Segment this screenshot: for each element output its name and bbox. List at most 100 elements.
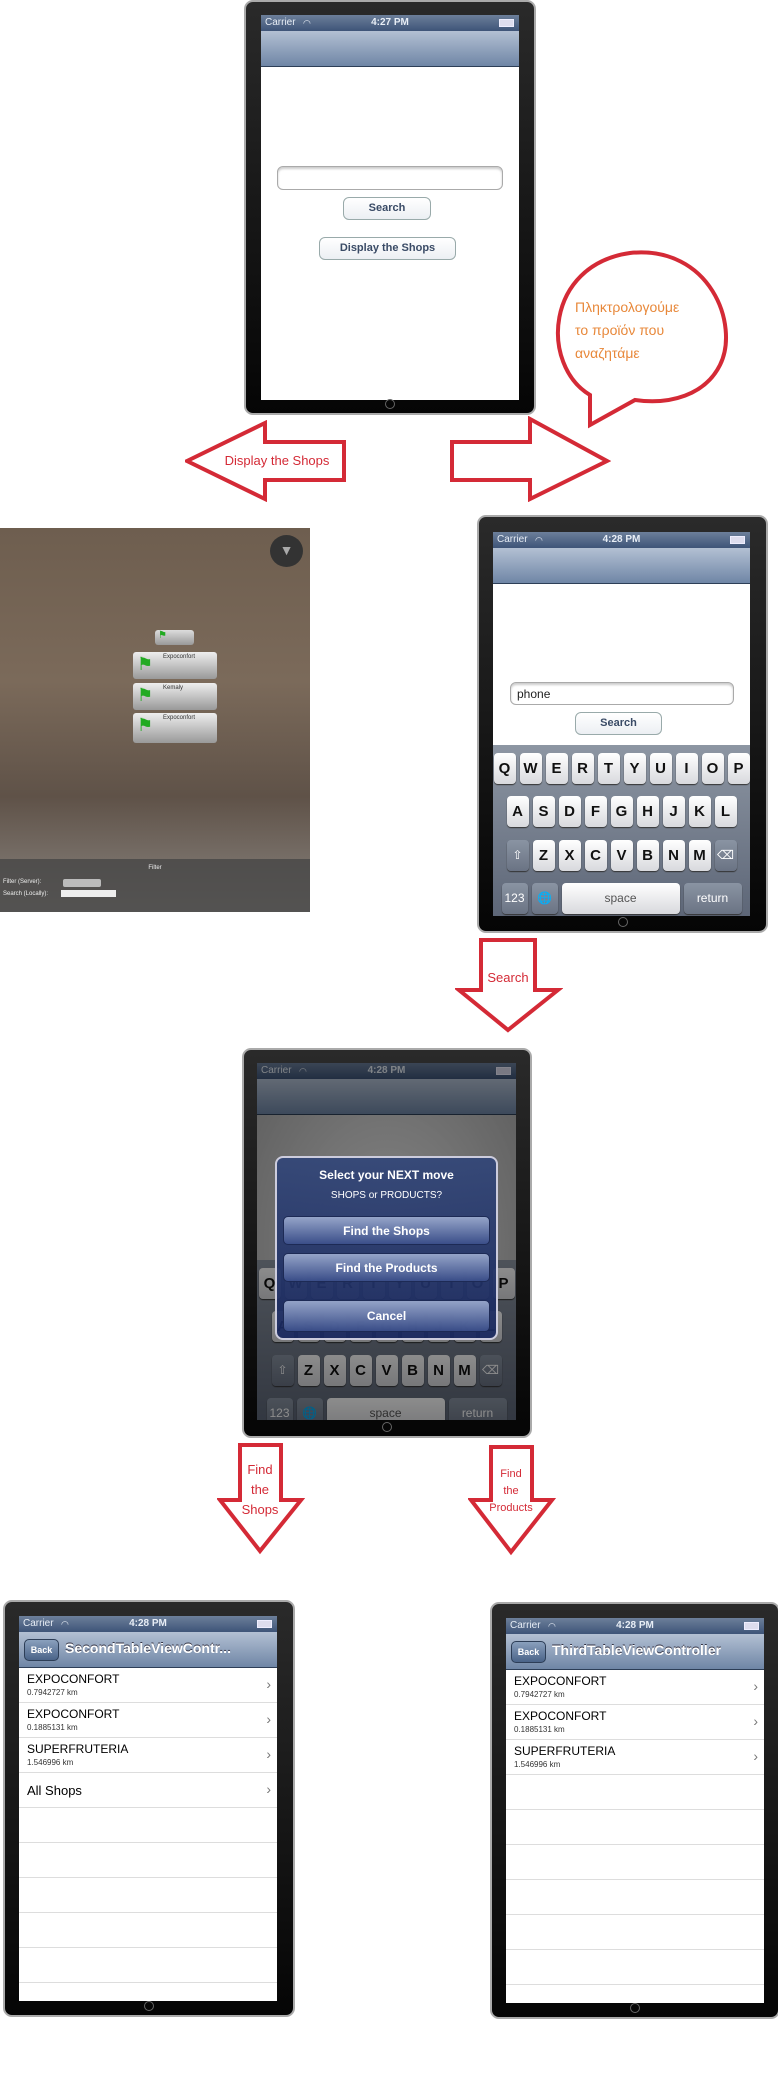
nav-title: ThirdTableViewController	[552, 1642, 722, 1658]
find-products-button[interactable]: Find the Products	[283, 1253, 490, 1282]
empty-row	[19, 1913, 277, 1948]
back-button[interactable]: Back	[24, 1639, 59, 1661]
row-name: SUPERFRUTERIA	[514, 1744, 616, 1758]
key-r[interactable]: R	[571, 753, 594, 784]
key-a[interactable]: A	[506, 796, 529, 827]
label-line: Products	[489, 1502, 533, 1514]
key-k[interactable]: K	[688, 796, 711, 827]
search-locally-input[interactable]	[61, 890, 116, 897]
status-bar: Carrier ◠ 4:28 PM	[506, 1618, 764, 1634]
bubble-line: το προϊόν που	[575, 322, 665, 338]
delete-key[interactable]: ⌫	[714, 840, 737, 871]
search-input[interactable]: phone	[510, 682, 734, 705]
key-w[interactable]: W	[519, 753, 542, 784]
key-q[interactable]: Q	[493, 753, 516, 784]
key-p[interactable]: P	[727, 753, 750, 784]
key-g[interactable]: G	[610, 796, 633, 827]
search-button[interactable]: Search	[575, 712, 662, 735]
alert-dialog: Select your NEXT move SHOPS or PRODUCTS?…	[275, 1156, 498, 1340]
arrow-right-shape	[450, 416, 611, 502]
key-m[interactable]: M	[688, 840, 711, 871]
row-name: EXPOCONFORT	[514, 1674, 607, 1688]
empty-row	[506, 1810, 764, 1845]
ar-card[interactable]: ⚑ Expoconfort	[133, 652, 217, 679]
key-u[interactable]: U	[649, 753, 672, 784]
table-row[interactable]: EXPOCONFORT 0.1885131 km ›	[19, 1703, 277, 1738]
key-d[interactable]: D	[558, 796, 581, 827]
key-i[interactable]: I	[675, 753, 698, 784]
back-button[interactable]: Back	[511, 1641, 546, 1663]
key-v[interactable]: V	[610, 840, 633, 871]
label-line: the	[503, 1485, 519, 1497]
key-f[interactable]: F	[584, 796, 607, 827]
display-shops-button[interactable]: Display the Shops	[319, 237, 456, 260]
numbers-key[interactable]: 123	[501, 883, 528, 914]
empty-row	[19, 1843, 277, 1878]
table-row[interactable]: SUPERFRUTERIA 1.546996 km ›	[19, 1738, 277, 1773]
table: EXPOCONFORT 0.7942727 km › EXPOCONFORT 0.188…	[506, 1670, 764, 2003]
filter-server-select[interactable]	[63, 879, 101, 887]
nav-bar: Back ThirdTableViewController	[506, 1634, 764, 1670]
ar-card[interactable]: ⚑ Kemaly	[133, 683, 217, 710]
return-key[interactable]: return	[683, 883, 742, 914]
key-l[interactable]: L	[714, 796, 737, 827]
row-distance: 1.546996 km	[514, 1760, 561, 1769]
key-x[interactable]: X	[558, 840, 581, 871]
table-row[interactable]: EXPOCONFORT 0.7942727 km ›	[506, 1670, 764, 1705]
key-c[interactable]: C	[584, 840, 607, 871]
row-name: EXPOCONFORT	[514, 1709, 607, 1723]
key-e[interactable]: E	[545, 753, 568, 784]
bubble-text: Πληκτρολογούμε το προϊόν που αναζητάμε	[575, 296, 679, 365]
key-b[interactable]: B	[636, 840, 659, 871]
globe-icon[interactable]: 🌐	[531, 883, 558, 914]
home-button	[144, 2001, 154, 2011]
table-row[interactable]: SUPERFRUTERIA 1.546996 km ›	[506, 1740, 764, 1775]
empty-row	[19, 1983, 277, 2001]
flag-icon: ⚑	[137, 715, 154, 735]
key-o[interactable]: O	[701, 753, 724, 784]
empty-row	[506, 1880, 764, 1915]
ar-card[interactable]: ⚑ Expoconfort	[133, 713, 217, 743]
ar-card-name: Expoconfort	[163, 654, 196, 660]
empty-row	[506, 1915, 764, 1950]
table-row[interactable]: EXPOCONFORT 0.7942727 km ›	[19, 1668, 277, 1703]
row-name: EXPOCONFORT	[27, 1672, 120, 1686]
key-y[interactable]: Y	[623, 753, 646, 784]
table: EXPOCONFORT 0.7942727 km › EXPOCONFORT 0.188…	[19, 1668, 277, 2001]
key-h[interactable]: H	[636, 796, 659, 827]
table-row[interactable]: EXPOCONFORT 0.1885131 km ›	[506, 1705, 764, 1740]
search-button[interactable]: Search	[343, 197, 431, 220]
search-input[interactable]	[277, 166, 503, 190]
nav-bar: Back SecondTableViewContr...	[19, 1632, 277, 1668]
products-screen: Carrier ◠ 4:28 PM Back ThirdTableViewContro…	[506, 1618, 764, 2003]
filter-title: Filter	[148, 865, 162, 871]
key-n[interactable]: N	[662, 840, 685, 871]
key-z[interactable]: Z	[532, 840, 555, 871]
compass-icon[interactable]: ▼	[270, 535, 303, 567]
chevron-right-icon: ›	[753, 1748, 758, 1764]
alert-message: SHOPS or PRODUCTS?	[330, 1190, 443, 1201]
ar-card-small[interactable]: ⚑	[155, 630, 194, 645]
key-t[interactable]: T	[597, 753, 620, 784]
key-s[interactable]: S	[532, 796, 555, 827]
phone-shops: Carrier ◠ 4:28 PM Back SecondTableViewContr…	[3, 1600, 295, 2017]
shift-key[interactable]: ⇧	[506, 840, 529, 871]
space-key[interactable]: space	[561, 883, 680, 914]
nav-title: SecondTableViewContr...	[65, 1640, 231, 1656]
empty-row	[506, 1985, 764, 2003]
keyboard-row: QWERTYUIOP	[493, 753, 750, 784]
home-button	[617, 917, 628, 927]
arrow-label-find-shops: Find the Shops	[230, 1460, 290, 1520]
shops-screen: Carrier ◠ 4:28 PM Back SecondTableViewContr…	[19, 1616, 277, 2001]
phone-alert: Carrier◠4:28 PM QWERTYUIOPASDFGHJKL⇧ZXCV…	[242, 1048, 532, 1438]
status-bar: Carrier ◠ 4:28 PM	[493, 532, 750, 548]
empty-row	[506, 1845, 764, 1880]
status-bar: Carrier ◠ 4:27 PM	[261, 15, 519, 31]
cancel-button[interactable]: Cancel	[283, 1300, 490, 1332]
find-shops-button[interactable]: Find the Shops	[283, 1216, 490, 1245]
time: 4:27 PM	[371, 17, 409, 28]
row-distance: 0.7942727 km	[27, 1688, 78, 1697]
table-row[interactable]: All Shops ›	[19, 1773, 277, 1808]
status-bar: Carrier ◠ 4:28 PM	[19, 1616, 277, 1632]
key-j[interactable]: J	[662, 796, 685, 827]
